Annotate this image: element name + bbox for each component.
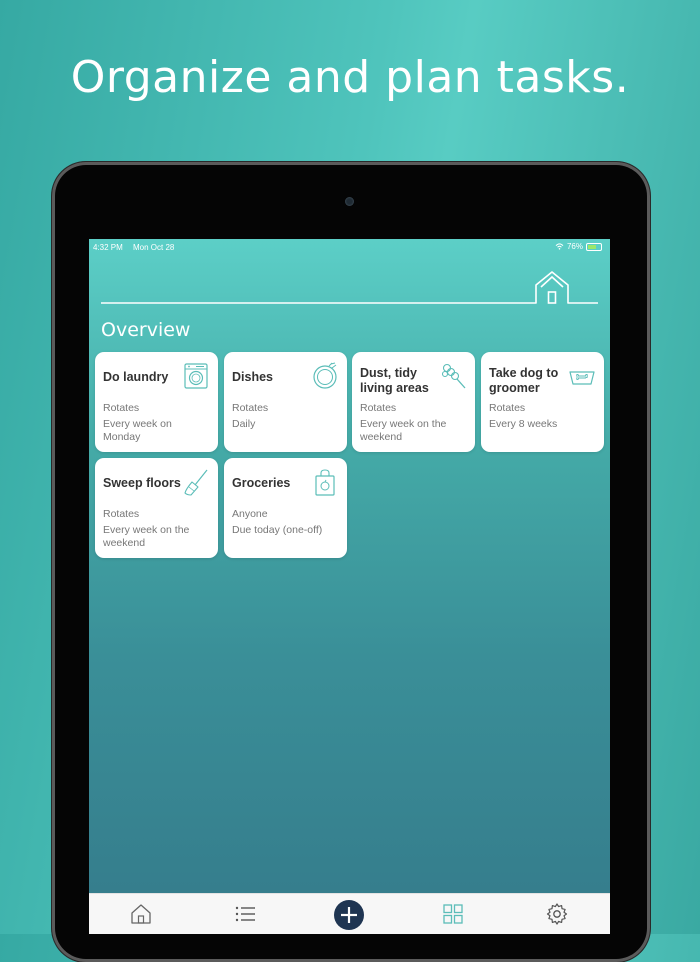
battery-percent: 76% <box>566 242 583 251</box>
house-line-icon <box>101 271 598 304</box>
grid-icon[interactable] <box>441 902 465 926</box>
section-title: Overview <box>101 319 191 341</box>
dog-bowl-icon <box>569 371 595 385</box>
task-title: Groceries <box>232 476 291 490</box>
app-screen: 4:32 PM Mon Oct 28 76% Overview Do laund… <box>89 239 610 934</box>
wifi-icon <box>555 243 564 250</box>
add-icon <box>341 907 357 923</box>
washing-machine-icon <box>184 363 208 389</box>
task-title: Dust, tidy living areas <box>360 366 429 395</box>
task-card-do-laundry[interactable]: Do laundry Rotates Every week on Monday <box>95 352 218 452</box>
front-camera <box>345 197 354 206</box>
tab-bar <box>89 893 610 934</box>
task-assignee: Rotates <box>360 402 397 414</box>
broom-icon <box>184 469 208 496</box>
plate-icon <box>313 362 337 389</box>
task-card-dishes[interactable]: Dishes Rotates Daily <box>224 352 347 452</box>
task-assignee: Rotates <box>489 402 526 414</box>
status-bar: 4:32 PM Mon Oct 28 76% <box>89 241 610 255</box>
task-card-take-dog-to-groomer[interactable]: Take dog to groomer Rotates Every 8 week… <box>481 352 604 452</box>
task-assignee: Rotates <box>103 508 140 520</box>
task-schedule: Every week on the weekend <box>103 524 190 549</box>
marketing-headline: Organize and plan tasks. <box>70 52 630 103</box>
status-date: Mon Oct 28 <box>133 243 175 252</box>
task-title: Take dog to groomer <box>489 366 559 395</box>
home-icon[interactable] <box>129 902 153 926</box>
task-schedule: Every 8 weeks <box>489 418 558 430</box>
shopping-bag-icon <box>315 469 335 496</box>
task-assignee: Rotates <box>103 402 140 414</box>
task-schedule: Daily <box>232 418 256 430</box>
list-icon[interactable] <box>233 902 257 926</box>
duster-icon <box>441 363 466 389</box>
task-title: Dishes <box>232 370 273 384</box>
settings-icon[interactable] <box>545 902 569 926</box>
task-title: Do laundry <box>103 370 169 384</box>
battery-icon <box>586 242 602 251</box>
add-task-button[interactable] <box>334 900 364 930</box>
task-schedule: Due today (one-off) <box>232 524 323 536</box>
task-card-sweep-floors[interactable]: Sweep floors Rotates Every week on the w… <box>95 458 218 558</box>
task-card-dust-tidy[interactable]: Dust, tidy living areas Rotates Every we… <box>352 352 475 452</box>
task-card-groceries[interactable]: Groceries Anyone Due today (one-off) <box>224 458 347 558</box>
task-assignee: Rotates <box>232 402 269 414</box>
status-time: 4:32 PM <box>93 243 123 252</box>
task-title: Sweep floors <box>103 476 181 490</box>
status-right: 76% <box>555 242 602 251</box>
task-schedule: Every week on the weekend <box>360 418 447 443</box>
task-schedule: Every week on Monday <box>103 418 172 443</box>
task-assignee: Anyone <box>232 508 268 520</box>
